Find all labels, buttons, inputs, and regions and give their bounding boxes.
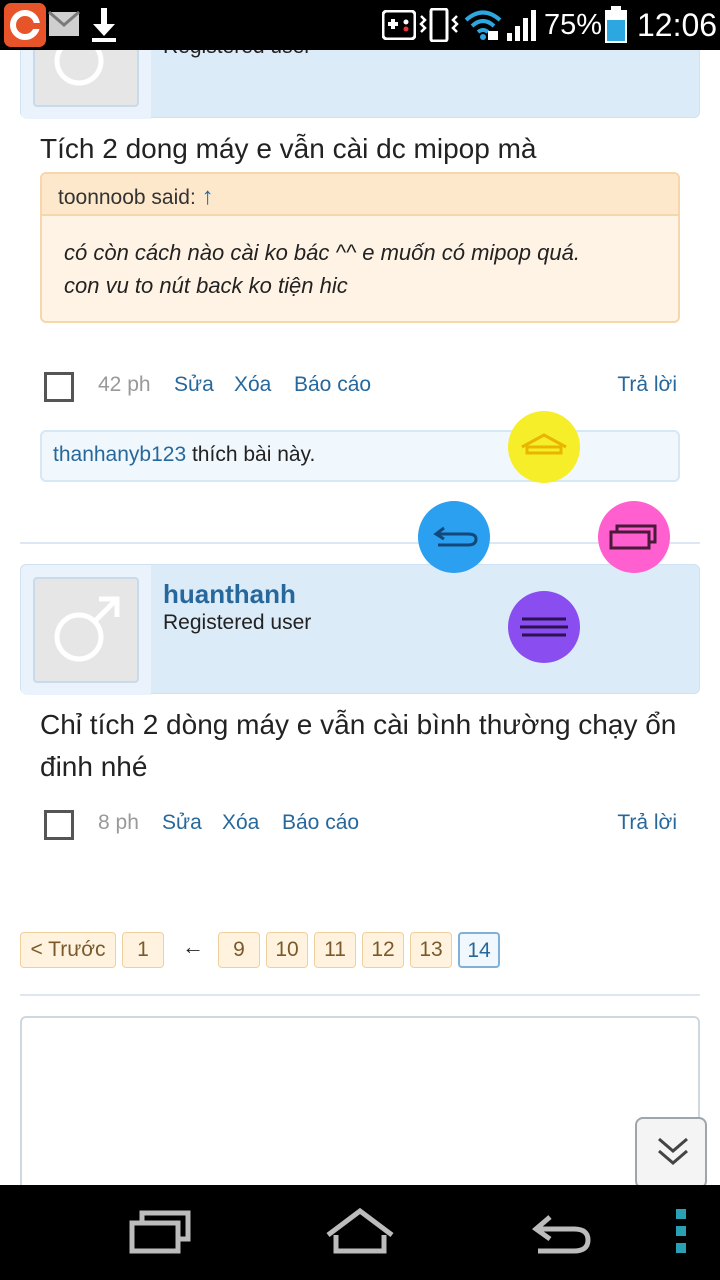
recents-icon[interactable]	[126, 1203, 194, 1264]
back-icon	[433, 526, 478, 547]
avatar[interactable]	[33, 577, 139, 683]
report-link[interactable]: Báo cáo	[282, 811, 359, 835]
wifi-icon	[464, 9, 502, 46]
download-icon	[91, 8, 117, 47]
post-controls: 8 ph Sửa Xóa Báo cáo Trả lời	[44, 803, 684, 843]
edit-link[interactable]: Sửa	[162, 811, 202, 835]
quote-header: toonnoob said: ↑	[42, 174, 678, 216]
floating-back-button[interactable]	[418, 501, 490, 573]
status-bar: 75% 12:06	[0, 0, 720, 50]
email-icon	[48, 10, 80, 42]
post-user-box: Registered user	[20, 50, 700, 119]
select-post-checkbox[interactable]	[44, 810, 74, 840]
skip-pages-arrow-icon[interactable]: ←	[182, 934, 204, 960]
double-chevron-down-icon	[658, 1137, 688, 1165]
quote-body: có còn cách nào cài ko bác ^^ e muốn có …	[42, 216, 678, 321]
post-message: Chỉ tích 2 dòng máy e vẫn cài bình thườn…	[40, 709, 677, 782]
reply-link[interactable]: Trả lời	[617, 811, 677, 835]
page-link[interactable]: 1	[122, 932, 164, 968]
report-link[interactable]: Báo cáo	[294, 373, 371, 397]
male-symbol-icon	[54, 50, 104, 86]
male-symbol-icon	[54, 596, 120, 662]
page-link[interactable]: 13	[410, 932, 452, 968]
quote-author: toonnoob said:	[58, 186, 196, 209]
home-icon[interactable]	[324, 1203, 396, 1264]
prev-page-button[interactable]: < Trước	[20, 932, 116, 968]
signal-icon	[506, 9, 536, 46]
home-icon	[521, 433, 567, 455]
avatar-container	[21, 565, 151, 695]
overflow-menu-icon[interactable]	[674, 1207, 688, 1260]
floating-recents-button[interactable]	[598, 501, 670, 573]
post-time[interactable]: 42 ph	[98, 373, 151, 397]
section-divider	[20, 994, 700, 996]
liker-username[interactable]: thanhanyb123	[53, 443, 186, 466]
page-link[interactable]: 10	[266, 932, 308, 968]
floating-home-button[interactable]	[508, 411, 580, 483]
likes-text: thích bài này.	[186, 443, 316, 466]
page-link[interactable]: 9	[218, 932, 260, 968]
post-message: Tích 2 dong máy e vẫn cài dc mipop mà	[40, 133, 537, 164]
clock: 12:06	[637, 7, 718, 43]
post-time[interactable]: 8 ph	[98, 811, 139, 835]
avatar[interactable]	[33, 50, 139, 107]
reply-link[interactable]: Trả lời	[617, 373, 677, 397]
quick-reply-textarea[interactable]	[20, 1016, 700, 1185]
delete-link[interactable]: Xóa	[234, 373, 271, 397]
username-link[interactable]: huanthanh	[163, 579, 296, 610]
recents-icon	[609, 524, 657, 550]
user-title: Registered user	[163, 50, 311, 59]
delete-link[interactable]: Xóa	[222, 811, 259, 835]
menu-icon	[520, 617, 568, 637]
battery-icon	[604, 6, 628, 49]
post-user-box: huanthanh Registered user	[20, 564, 700, 695]
post-controls: 42 ph Sửa Xóa Báo cáo Trả lời	[44, 365, 684, 405]
quote-block: toonnoob said: ↑ có còn cách nào cài ko …	[40, 172, 680, 323]
user-title: Registered user	[163, 611, 312, 634]
quote-line: có còn cách nào cài ko bác ^^ e muốn có …	[64, 240, 580, 265]
floating-menu-button[interactable]	[508, 591, 580, 663]
thread-content: Registered user Tích 2 dong máy e vẫn cà…	[0, 50, 720, 1185]
scroll-down-button[interactable]	[635, 1117, 707, 1189]
back-icon[interactable]	[526, 1203, 594, 1264]
quote-line: con vu to nút back ko tiện hic	[64, 273, 348, 298]
select-post-checkbox[interactable]	[44, 372, 74, 402]
page-link[interactable]: 11	[314, 932, 356, 968]
current-page: 14	[458, 932, 500, 968]
edit-link[interactable]: Sửa	[174, 373, 214, 397]
app-notification-icon	[4, 3, 46, 52]
battery-percent: 75%	[544, 9, 603, 41]
vibrate-icon	[419, 7, 459, 47]
page-link[interactable]: 12	[362, 932, 404, 968]
likes-summary: thanhanyb123 thích bài này.	[40, 430, 680, 482]
avatar-container	[21, 50, 151, 119]
navigation-bar	[0, 1185, 720, 1280]
gamepad-icon	[381, 9, 417, 45]
go-to-quote-arrow-icon[interactable]: ↑	[202, 183, 214, 210]
